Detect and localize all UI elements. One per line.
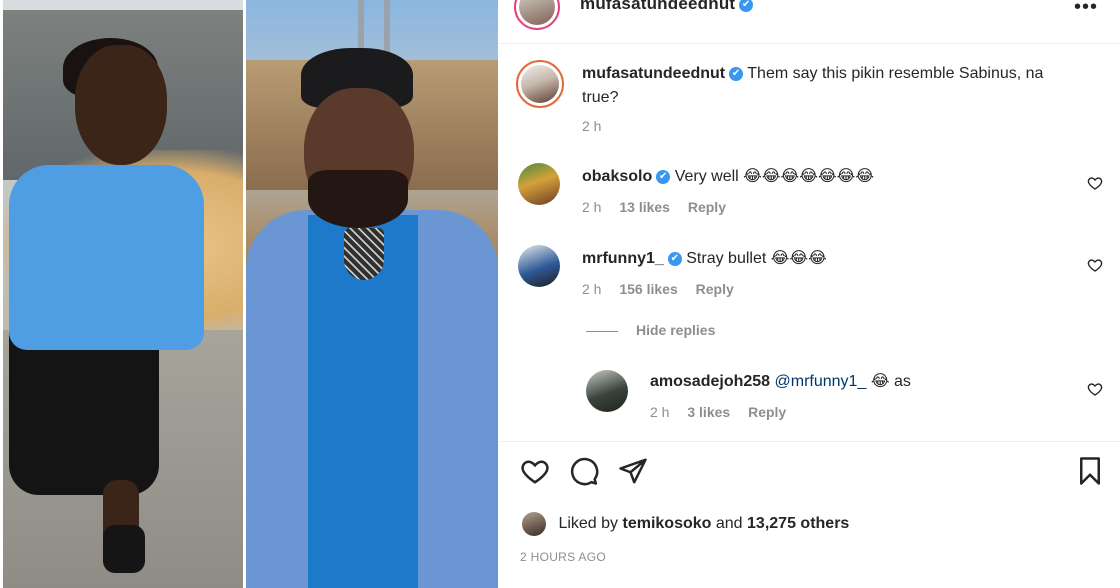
verified-badge-icon: ✔ <box>739 0 754 12</box>
caption-avatar[interactable] <box>516 60 564 108</box>
post-author-username[interactable]: mufasatundeednut ✔ <box>580 0 754 14</box>
reply-likes[interactable]: 3 likes <box>687 404 730 420</box>
comment-text: obaksolo ✔ Very well 😂😂😂😂😂😂😂 <box>582 165 1082 189</box>
comment-text: mrfunny1_ ✔ Stray bullet 😂😂😂 <box>582 247 1082 271</box>
caption-username[interactable]: mufasatundeednut <box>582 65 725 82</box>
caption-meta: 2 h <box>582 118 615 134</box>
verified-badge-icon: ✔ <box>667 251 682 266</box>
comment-meta: 2 h 156 likes Reply <box>582 281 748 297</box>
comment-likes[interactable]: 156 likes <box>619 281 677 297</box>
post-author-username-text[interactable]: mufasatundeednut <box>580 0 735 13</box>
post-header: mufasatundeednut ✔ ••• <box>500 0 1120 44</box>
share-send-icon[interactable] <box>618 456 648 486</box>
caption-text: mufasatundeednut ✔ Them say this pikin re… <box>582 62 1082 110</box>
reply-avatar[interactable] <box>586 370 628 412</box>
reply-time: 2 h <box>650 404 670 420</box>
photo-child-head <box>75 45 167 165</box>
comment-likes[interactable]: 13 likes <box>619 199 670 215</box>
comment-bubble-icon[interactable] <box>569 456 599 486</box>
comment-username[interactable]: obaksolo <box>582 168 652 185</box>
action-bar <box>500 456 1120 496</box>
reply-mention[interactable]: @mrfunny1_ <box>775 373 867 390</box>
post-timestamp: 2 HOURS AGO <box>520 550 606 564</box>
post-author-avatar[interactable] <box>514 0 560 30</box>
like-heart-icon[interactable] <box>520 456 550 486</box>
reply-username[interactable]: amosadejoh258 <box>650 373 770 390</box>
liker-avatar[interactable] <box>522 512 546 536</box>
liker-username[interactable]: temikosoko <box>623 515 712 532</box>
photo-man <box>246 0 498 588</box>
reply-body: 😂 as <box>870 373 911 390</box>
hide-replies-button[interactable]: Hide replies <box>586 322 715 338</box>
photo-child <box>3 0 243 588</box>
hide-replies-label[interactable]: Hide replies <box>636 322 715 338</box>
like-comment-heart-icon[interactable] <box>1087 257 1103 273</box>
like-reply-heart-icon[interactable] <box>1087 381 1103 397</box>
likes-others-count[interactable]: 13,275 others <box>747 515 849 532</box>
save-bookmark-icon[interactable] <box>1075 456 1105 486</box>
photo-child-shirt <box>9 165 204 350</box>
comment-body: Stray bullet 😂😂😂 <box>686 250 827 267</box>
reply-meta: 2 h 3 likes Reply <box>650 404 800 420</box>
reply-button[interactable]: Reply <box>696 281 734 297</box>
comment-time: 2 h <box>582 199 602 215</box>
likes-summary[interactable]: Liked by temikosoko and 13,275 others <box>522 512 849 538</box>
likes-prefix: Liked by <box>558 515 619 533</box>
photo-man-tie <box>344 228 384 280</box>
comment-avatar[interactable] <box>518 245 560 287</box>
comments-panel: mufasatundeednut ✔ ••• mufasatundeednut ✔ … <box>500 0 1120 588</box>
reply-button[interactable]: Reply <box>688 199 726 215</box>
photo-child-shoe <box>103 525 145 573</box>
photo-man-beard <box>308 170 408 228</box>
section-divider <box>500 441 1120 442</box>
hide-replies-line <box>586 330 618 332</box>
post-media[interactable] <box>0 0 500 588</box>
caption-time: 2 h <box>582 118 602 134</box>
verified-badge-icon: ✔ <box>729 66 744 81</box>
likes-and: and <box>715 515 743 533</box>
comment-avatar[interactable] <box>518 163 560 205</box>
comment-time: 2 h <box>582 281 602 297</box>
reply-text: amosadejoh258 @mrfunny1_ 😂 as <box>650 370 1120 394</box>
comment-meta: 2 h 13 likes Reply <box>582 199 740 215</box>
more-options-icon[interactable]: ••• <box>1074 0 1098 19</box>
comment-username[interactable]: mrfunny1_ <box>582 250 664 267</box>
like-comment-heart-icon[interactable] <box>1087 175 1103 191</box>
comment-body: Very well 😂😂😂😂😂😂😂 <box>674 168 875 185</box>
reply-button[interactable]: Reply <box>748 404 786 420</box>
verified-badge-icon: ✔ <box>656 169 671 184</box>
